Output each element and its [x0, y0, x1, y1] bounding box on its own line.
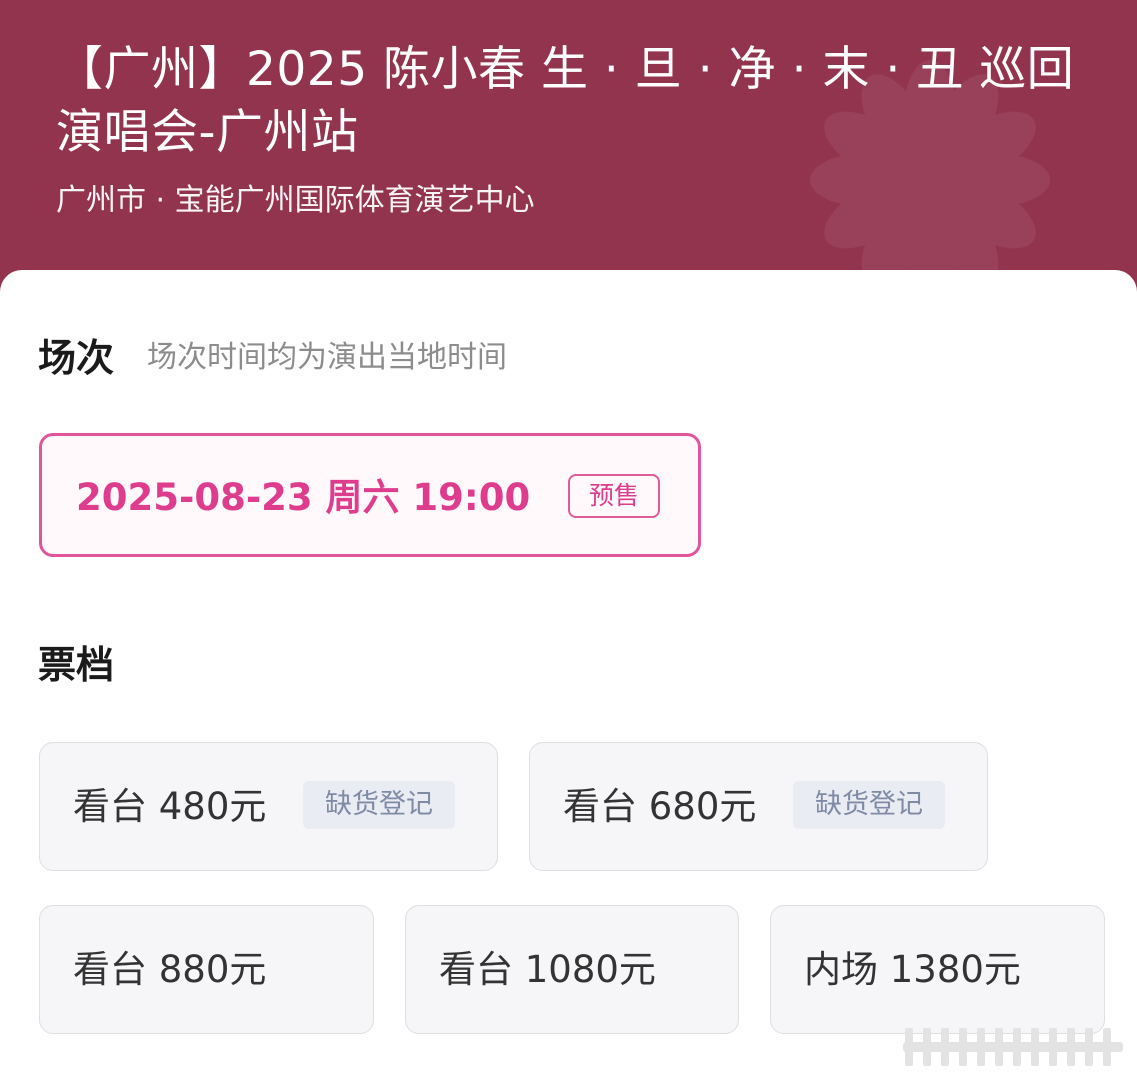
session-datetime: 2025-08-23 周六 19:00 — [76, 476, 531, 519]
out-of-stock-register-tag: 缺货登记 — [793, 781, 945, 829]
ticket-tier-880[interactable]: 看台 880元 — [39, 905, 374, 1034]
ticket-tier-label: 看台 680元 — [563, 785, 757, 828]
session-timezone-note: 场次时间均为演出当地时间 — [147, 340, 507, 375]
ticket-tier-label: 内场 1380元 — [804, 948, 1021, 991]
event-header: 【广州】2025 陈小春 生 · 旦 · 净 · 末 · 丑 巡回演唱会-广州站… — [0, 0, 1137, 300]
event-title: 【广州】2025 陈小春 生 · 旦 · 净 · 末 · 丑 巡回演唱会-广州站 — [56, 42, 1075, 160]
out-of-stock-register-tag: 缺货登记 — [303, 781, 455, 829]
ticket-tier-480[interactable]: 看台 480元 缺货登记 — [39, 742, 498, 871]
session-heading: 场次 — [38, 336, 115, 380]
ticket-tier-label: 看台 480元 — [73, 785, 267, 828]
watermark-icon — [903, 1028, 1123, 1066]
ticket-tier-1080[interactable]: 看台 1080元 — [405, 905, 739, 1034]
event-venue: 广州市 · 宝能广州国际体育演艺中心 — [56, 183, 535, 218]
ticket-tier-label: 看台 1080元 — [439, 948, 656, 991]
ticket-tier-heading: 票档 — [38, 643, 115, 687]
session-option-selected[interactable]: 2025-08-23 周六 19:00 预售 — [39, 433, 701, 557]
ticket-tier-680[interactable]: 看台 680元 缺货登记 — [529, 742, 988, 871]
ticket-tier-label: 看台 880元 — [73, 948, 267, 991]
ticket-tier-1380[interactable]: 内场 1380元 — [770, 905, 1105, 1034]
presale-badge: 预售 — [568, 474, 660, 518]
